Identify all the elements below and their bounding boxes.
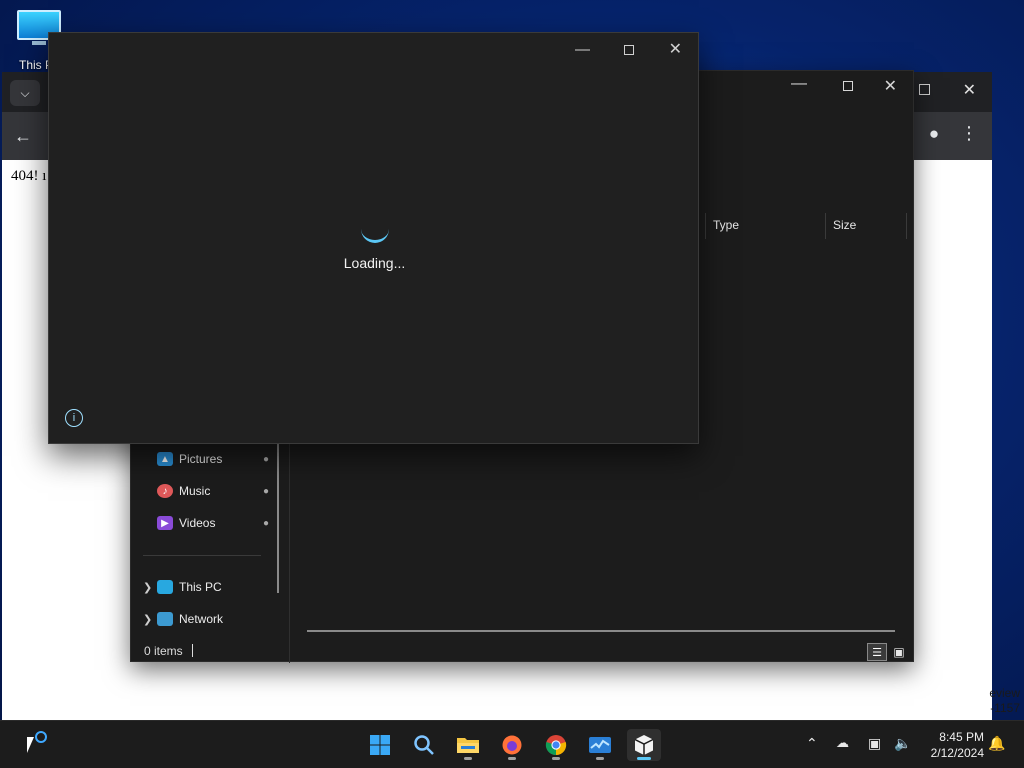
computer-icon [157,580,173,594]
pin-icon[interactable]: ● [263,518,269,529]
start-button[interactable] [363,729,397,761]
onedrive-icon[interactable]: ☁ [836,735,849,751]
network-status-icon[interactable]: ▣ [868,735,881,752]
profile-icon[interactable]: ● [922,124,946,148]
taskbar-file-explorer[interactable] [451,729,485,761]
monitor-stand [32,41,46,45]
pin-icon[interactable]: ● [263,454,269,465]
search-button[interactable] [407,729,441,761]
details-view-button[interactable]: ☰ [867,643,887,661]
clock-date: 2/12/2024 [930,746,984,760]
close-icon[interactable]: ✕ [963,80,976,100]
nav-item-music[interactable]: ♪ Music ● [131,480,281,502]
minimize-icon[interactable]: — [575,41,590,58]
nav-item-network[interactable]: ❯ Network [131,608,281,630]
videos-icon: ▶ [157,516,173,530]
search-icon [414,735,434,755]
nav-item-pictures-row[interactable]: ▲ Pictures ● [131,448,281,470]
chevron-right-icon[interactable]: ❯ [143,581,157,594]
nav-item-label: Pictures [179,452,223,466]
loading-dialog: — ✕ Loading... i [48,32,699,444]
package-icon [634,735,654,755]
chrome-icon [545,735,567,756]
page-text: 404! ı [11,168,47,184]
firefox-icon [502,735,522,755]
large-icons-view-button[interactable]: ▣ [890,643,908,661]
folder-icon [457,738,479,753]
nav-item-this-pc[interactable]: ❯ This PC [131,576,281,598]
running-indicator [552,757,560,760]
menu-kebab-icon[interactable]: ⋮ [960,123,978,144]
running-indicator [464,757,472,760]
minimize-icon[interactable]: — [791,75,807,93]
running-indicator [637,757,651,760]
watermark-line: eview [989,686,1020,700]
arrow-left-icon[interactable]: ← [14,126,32,147]
widgets-icon[interactable] [35,731,47,743]
clock-time: 8:45 PM [939,730,984,744]
nav-item-label: Music [179,484,211,498]
notification-bell-icon[interactable]: 🔔 [988,735,1005,752]
pin-icon[interactable]: ● [263,486,269,497]
system-clock[interactable]: 8:45 PM 2/12/2024 [931,729,984,761]
column-header-size[interactable]: Size [825,213,907,239]
taskbar-chrome[interactable] [539,729,573,761]
nav-scrollbar[interactable] [277,443,279,593]
maximize-icon[interactable] [843,81,853,91]
column-header-type[interactable]: Type [705,213,825,239]
running-indicator [596,757,604,760]
mouse-cursor-icon [27,737,34,753]
taskbar-firefox[interactable] [495,729,529,761]
taskbar-package-installer[interactable] [627,729,661,761]
pictures-icon: ▲ [157,452,173,466]
network-icon [157,612,173,626]
nav-item-label: Videos [179,516,216,530]
status-separator [192,644,193,657]
pane-divider[interactable] [289,443,290,663]
close-icon[interactable]: ✕ [884,76,897,96]
info-icon[interactable]: i [65,409,83,427]
chevron-down-icon[interactable]: ⌵ [10,80,40,106]
loading-text: Loading... [343,255,406,271]
taskbar: ⌃ ☁ ▣ 🔈 8:45 PM 2/12/2024 🔔 [0,720,1024,768]
chevron-right-icon[interactable]: ❯ [143,613,157,626]
spinner-icon [361,229,389,243]
watermark-line: -1157 [990,701,1020,715]
close-icon[interactable]: ✕ [669,39,682,59]
nav-item-videos[interactable]: ▶ Videos ● [131,512,281,534]
nav-item-label: Network [179,612,224,626]
nav-divider [143,555,261,556]
taskbar-task-manager[interactable] [583,729,617,761]
running-indicator [508,757,516,760]
task-manager-icon [589,737,611,753]
maximize-icon[interactable] [919,84,930,95]
music-icon: ♪ [157,484,173,498]
horizontal-scrollbar[interactable] [307,630,895,632]
volume-icon[interactable]: 🔈 [894,735,911,752]
watermark: eview -1157 [989,686,1020,716]
windows-logo-icon [370,735,390,755]
status-item-count: 0 items [144,644,183,658]
chevron-up-icon[interactable]: ⌃ [806,735,818,752]
maximize-icon[interactable] [624,45,634,55]
nav-item-label: This PC [179,580,222,594]
